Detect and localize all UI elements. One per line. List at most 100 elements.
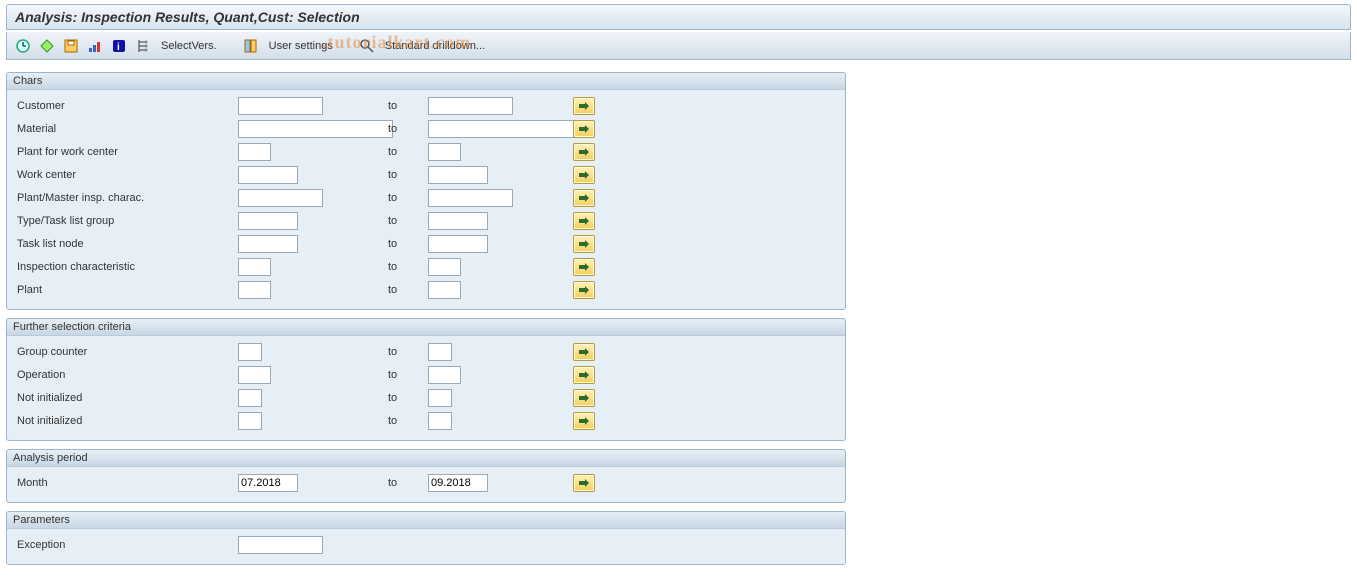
form-row: Type/Task list group to xyxy=(13,209,839,232)
field-label: Plant for work center xyxy=(13,146,238,158)
to-input[interactable] xyxy=(428,281,461,299)
to-label: to xyxy=(388,192,428,204)
group-chars: Chars CustomertoMaterialtoPlant for work… xyxy=(6,72,846,310)
multiple-selection-button[interactable] xyxy=(573,212,595,230)
group-period: Analysis period Monthto xyxy=(6,449,846,503)
to-input[interactable] xyxy=(428,343,452,361)
from-input[interactable] xyxy=(238,412,262,430)
form-row: Not initialized to xyxy=(13,386,839,409)
group-period-body: Month to xyxy=(7,467,845,502)
multiple-selection-button[interactable] xyxy=(573,281,595,299)
page-title: Analysis: Inspection Results, Quant,Cust… xyxy=(6,4,1351,30)
from-input[interactable] xyxy=(238,189,323,207)
form-row: Plant for work center to xyxy=(13,140,839,163)
execute-icon[interactable] xyxy=(13,36,33,56)
from-input[interactable] xyxy=(238,143,271,161)
to-label: to xyxy=(388,169,428,181)
multiple-selection-button[interactable] xyxy=(573,366,595,384)
standard-drilldown-button[interactable]: Standard drilldown... xyxy=(381,40,489,52)
to-label: to xyxy=(388,369,428,381)
to-label: to xyxy=(388,238,428,250)
multiple-selection-button[interactable] xyxy=(573,343,595,361)
to-input[interactable] xyxy=(428,120,583,138)
form-row: Task list node to xyxy=(13,232,839,255)
to-label: to xyxy=(388,346,428,358)
to-label: to xyxy=(388,477,428,489)
to-label: to xyxy=(388,146,428,158)
from-input[interactable] xyxy=(238,120,393,138)
multiple-selection-button[interactable] xyxy=(573,166,595,184)
group-params: Parameters Exception xyxy=(6,511,846,565)
to-input[interactable] xyxy=(428,97,513,115)
from-input[interactable] xyxy=(238,366,271,384)
from-input[interactable] xyxy=(238,258,271,276)
to-input[interactable] xyxy=(428,143,461,161)
from-input[interactable] xyxy=(238,166,298,184)
from-input[interactable] xyxy=(238,212,298,230)
user-settings-cols-icon[interactable] xyxy=(241,36,261,56)
multiple-selection-button[interactable] xyxy=(573,474,595,492)
to-input[interactable] xyxy=(428,189,513,207)
multiple-selection-button[interactable] xyxy=(573,143,595,161)
to-label: to xyxy=(388,261,428,273)
select-vers-button[interactable]: SelectVers. xyxy=(157,40,221,52)
field-label: Plant xyxy=(13,284,238,296)
from-input[interactable] xyxy=(238,343,262,361)
standard-drilldown-icon[interactable] xyxy=(357,36,377,56)
field-label: Operation xyxy=(13,369,238,381)
save-variant-icon[interactable] xyxy=(61,36,81,56)
group-further-body: Group countertoOperationtoNot initialize… xyxy=(7,336,845,440)
to-label: to xyxy=(388,415,428,427)
to-input[interactable] xyxy=(428,412,452,430)
to-input[interactable] xyxy=(428,389,452,407)
multiple-selection-button[interactable] xyxy=(573,189,595,207)
user-settings-button[interactable]: User settings xyxy=(265,40,337,52)
group-further-header: Further selection criteria xyxy=(7,319,845,336)
from-input[interactable] xyxy=(238,389,262,407)
svg-text:i: i xyxy=(117,42,120,53)
group-further: Further selection criteria Group counter… xyxy=(6,318,846,441)
form-row: Customerto xyxy=(13,94,839,117)
to-input[interactable] xyxy=(428,212,488,230)
form-row: Plant/Master insp. charac. to xyxy=(13,186,839,209)
multiple-selection-button[interactable] xyxy=(573,389,595,407)
select-vers-tree-icon[interactable] xyxy=(133,36,153,56)
field-label: Plant/Master insp. charac. xyxy=(13,192,238,204)
field-label: Inspection characteristic xyxy=(13,261,238,273)
execute-select-icon[interactable] xyxy=(37,36,57,56)
multiple-selection-button[interactable] xyxy=(573,235,595,253)
to-input[interactable] xyxy=(428,366,461,384)
from-input[interactable] xyxy=(238,536,323,554)
to-input[interactable] xyxy=(428,258,461,276)
from-input[interactable] xyxy=(238,235,298,253)
to-input[interactable] xyxy=(428,166,488,184)
field-label: Not initialized xyxy=(13,392,238,404)
from-input[interactable] xyxy=(238,97,323,115)
multiple-selection-button[interactable] xyxy=(573,412,595,430)
to-label: to xyxy=(388,392,428,404)
multiple-selection-button[interactable] xyxy=(573,97,595,115)
to-input[interactable] xyxy=(428,474,488,492)
form-row: Material to xyxy=(13,117,839,140)
group-params-body: Exception xyxy=(7,529,845,564)
form-row: Inspection characteristic to xyxy=(13,255,839,278)
form-row: Exception xyxy=(13,533,839,556)
multiple-selection-button[interactable] xyxy=(573,258,595,276)
to-input[interactable] xyxy=(428,235,488,253)
form-row: Plantto xyxy=(13,278,839,301)
from-input[interactable] xyxy=(238,281,271,299)
open-variant-icon[interactable] xyxy=(85,36,105,56)
toolbar: i SelectVers. User settings Standard dri… xyxy=(6,32,1351,60)
form-row: Group counterto xyxy=(13,340,839,363)
form-row: Work centerto xyxy=(13,163,839,186)
multiple-selection-button[interactable] xyxy=(573,120,595,138)
to-label: to xyxy=(388,215,428,227)
info-icon[interactable]: i xyxy=(109,36,129,56)
field-label: Task list node xyxy=(13,238,238,250)
from-input[interactable] xyxy=(238,474,298,492)
field-label: Type/Task list group xyxy=(13,215,238,227)
to-label: to xyxy=(388,123,428,135)
field-label: Material xyxy=(13,123,238,135)
field-label: Month xyxy=(13,477,238,489)
form-row: Operation to xyxy=(13,363,839,386)
